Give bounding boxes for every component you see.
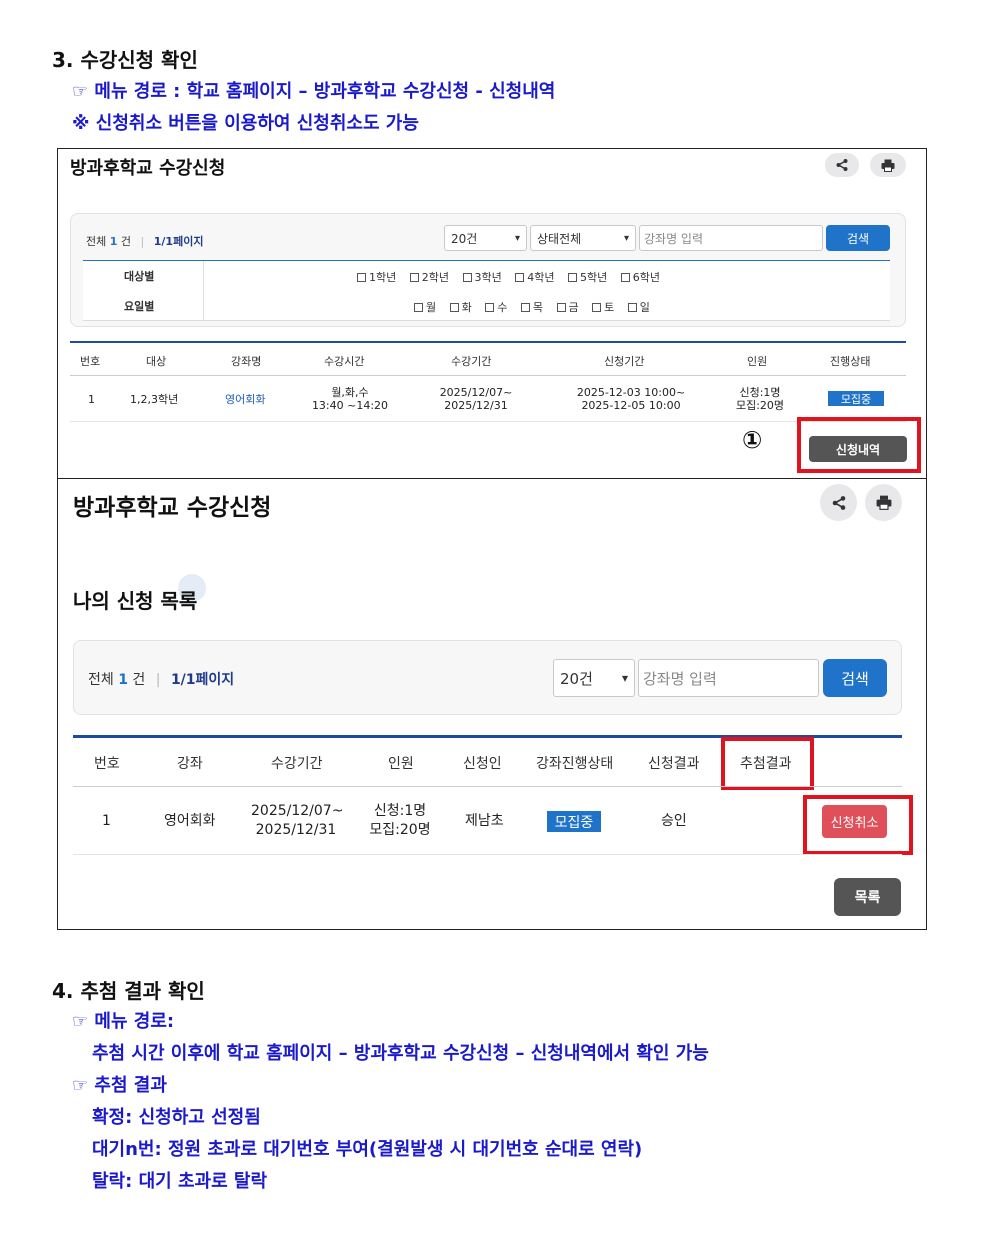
panel2-total: 전체 1 건 | 1/1페이지 [88,672,235,688]
table2-header-course: 강좌 [177,756,203,772]
list-button[interactable]: 목록 [834,878,901,916]
section3-heading: 3. 수강신청 확인 [52,48,198,72]
highlight-lottery-header [721,737,814,790]
print-icon [881,159,895,172]
target-checkbox-4[interactable]: 4학년 [515,271,555,284]
table1-cell-apply-period: 2025-12-03 10:00~ 2025-12-05 10:00 [576,386,686,412]
table1-cell-period: 2025/12/07~ 2025/12/31 [439,386,513,412]
target-checkbox-group: 1학년 2학년 3학년 4학년 5학년 6학년 [357,269,660,285]
table1-header-people: 인원 [747,355,768,368]
step-marker: ① [742,426,763,454]
panel1-search-input[interactable]: 강좌명 입력 [639,225,823,251]
panel2-subtitle: 나의 신청 목록 [73,589,198,613]
share-icon [836,159,848,171]
target-checkbox-3[interactable]: 3학년 [462,271,502,284]
table2-header-course-status: 강좌진행상태 [536,756,614,772]
day-checkbox-mon[interactable]: 월 [414,301,436,314]
day-checkbox-fri[interactable]: 금 [556,301,579,314]
panel-divider [58,478,926,479]
section4-result-rejected: 탈락: 대기 초과로 탈락 [92,1171,268,1192]
table1-header-rule [70,375,906,376]
section4-result-label: ☞ 추첨 결과 [72,1075,167,1096]
panel2-search-button[interactable]: 검색 [823,659,887,697]
target-checkbox-1[interactable]: 1학년 [357,271,396,284]
table1-top-rule [70,341,906,343]
print-icon [876,495,891,510]
day-checkbox-wed[interactable]: 수 [485,301,507,314]
screenshot-frame: 방과후학교 수강신청 전체 1 건 | 1/1페이지 20건 ▾ 상태전체 ▾ 강좌… [57,148,927,930]
table1-header-time: 수강시간 [324,355,365,368]
panel1-title: 방과후학교 수강신청 [70,158,226,179]
table1-cell-target: 1,2,3학년 [130,393,179,406]
table2-header-no: 번호 [94,756,120,772]
section4-result-waitlist: 대기n번: 정원 초과로 대기번호 부여(결원발생 시 대기번호 순대로 연락) [92,1139,643,1160]
table2-cell-people: 신청:1명 모집:20명 [369,803,431,838]
table2-cell-applicant: 제남초 [465,813,504,829]
table2-header-period: 수강기간 [271,756,323,772]
table2-row-rule [73,854,902,855]
table1-header-course: 강좌명 [231,355,262,368]
table2-header-applicant: 신청인 [463,756,502,772]
table1-header-no: 번호 [80,355,101,368]
table1-header-target: 대상 [146,355,167,368]
section3-cancel-note: ※ 신청취소 버튼을 이용하여 신청취소도 가능 [72,113,419,134]
panel1-search-button[interactable]: 검색 [826,225,890,251]
day-checkbox-thu[interactable]: 목 [520,301,543,314]
table1-cell-course-link[interactable]: 영어회화 [225,393,265,406]
day-checkbox-tue[interactable]: 화 [449,301,472,314]
day-checkbox-sun[interactable]: 일 [627,301,650,314]
target-checkbox-6[interactable]: 6학년 [620,271,660,284]
filter-rule [83,320,890,321]
table1-cell-no: 1 [88,393,95,406]
table2-header-result: 신청결과 [648,756,700,772]
share-icon [832,495,845,510]
status-badge: 모집중 [547,811,601,832]
panel2-title: 방과후학교 수강신청 [73,495,272,521]
panel1-total: 전체 1 건 | 1/1페이지 [86,235,204,248]
share-button[interactable] [825,153,859,177]
history-button[interactable]: 신청내역 [809,436,907,462]
table1-header-status: 진행상태 [830,355,871,368]
target-checkbox-5[interactable]: 5학년 [568,271,607,284]
panel2-search-input[interactable]: 강좌명 입력 [638,659,819,697]
table1-row-rule [70,421,906,422]
section4-result-confirmed: 확정: 신청하고 선정됨 [92,1107,261,1128]
table2-cell-course: 영어회화 [164,813,216,829]
print-button[interactable] [870,153,906,177]
cancel-application-button[interactable]: 신청취소 [822,805,887,838]
section4-menu-path: 추첨 시간 이후에 학교 홈페이지 – 방과후학교 수강신청 – 신청내역에서 … [92,1043,709,1064]
table1-header-period: 수강기간 [451,355,492,368]
day-checkbox-sat[interactable]: 토 [592,301,614,314]
panel1-filter-box: 전체 1 건 | 1/1페이지 20건 ▾ 상태전체 ▾ 강좌명 입력 검색 대상별… [70,213,906,327]
table1-cell-people: 신청:1명 모집:20명 [735,386,785,412]
day-checkbox-group: 월 화 수 목 금 토 일 [414,299,650,315]
share-button[interactable] [820,484,857,521]
panel1-status-select[interactable]: 상태전체 ▾ [530,225,636,251]
section4-heading: 4. 추첨 결과 확인 [52,979,205,1003]
table2-header-people: 인원 [388,756,414,772]
day-filter-label: 요일별 [124,300,155,313]
table1-cell-time: 월,화,수 13:40 ~14:20 [311,386,389,412]
table2-cell-no: 1 [102,813,111,829]
print-button[interactable] [865,484,902,521]
target-filter-label: 대상별 [124,270,155,283]
status-badge: 모집중 [828,391,884,406]
panel1-per-page-select[interactable]: 20건 ▾ [444,225,527,251]
table2-cell-period: 2025/12/07~ 2025/12/31 [251,803,344,838]
table2-header-rule [73,786,902,787]
target-checkbox-2[interactable]: 2학년 [409,271,449,284]
section3-menu-path: ☞ 메뉴 경로 : 학교 홈페이지 – 방과후학교 수강신청 - 신청내역 [72,81,556,102]
panel2-filter-box: 전체 1 건 | 1/1페이지 20건 ▾ 강좌명 입력 검색 [73,640,902,715]
table2-cell-result: 승인 [661,813,687,829]
section4-menu-path-label: ☞ 메뉴 경로: [72,1011,175,1032]
table1-header-apply-period: 신청기간 [604,355,645,368]
panel2-per-page-select[interactable]: 20건 ▾ [553,659,635,697]
